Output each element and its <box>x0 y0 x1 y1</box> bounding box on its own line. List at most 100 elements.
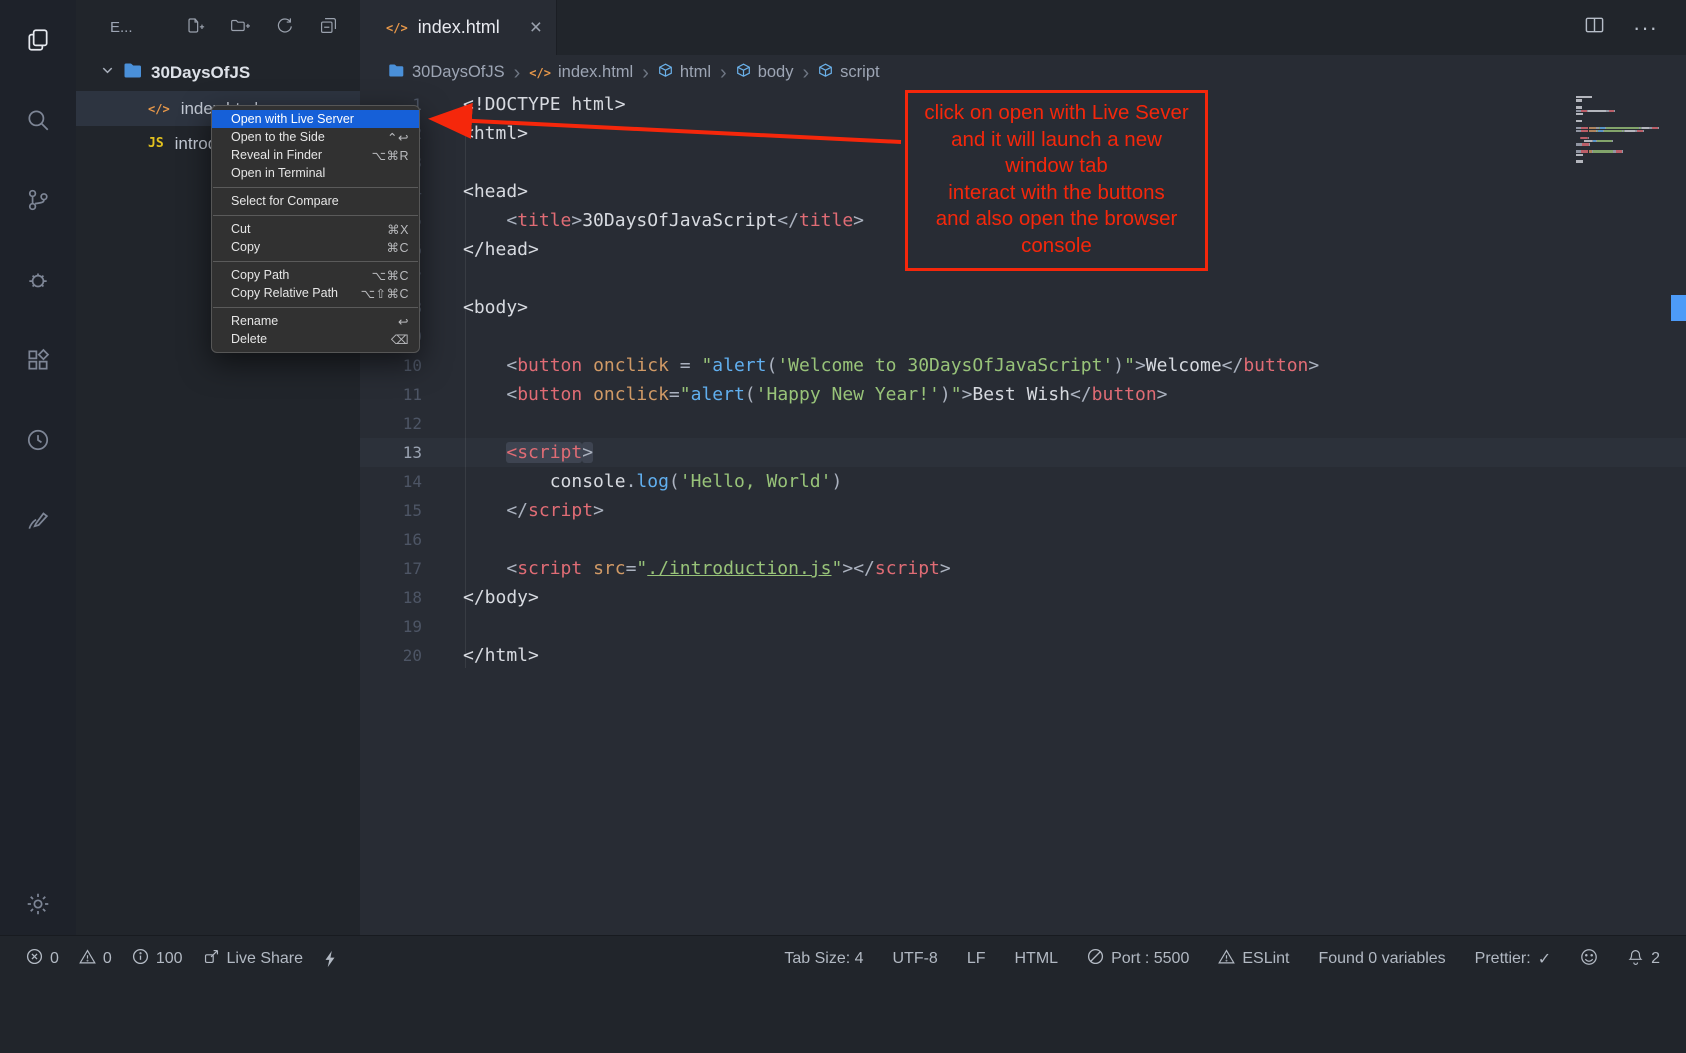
menu-item-open-in-terminal[interactable]: Open in Terminal <box>212 164 419 182</box>
line-number[interactable]: 19 <box>360 612 447 641</box>
line-code: console.log('Hello, World') <box>463 467 842 496</box>
breadcrumb-label: body <box>758 63 794 82</box>
sidebar-header: E... <box>76 0 360 55</box>
live-server-port[interactable]: Port : 5500 <box>1087 948 1189 970</box>
line-code: </body> <box>463 583 539 612</box>
line-number[interactable]: 16 <box>360 525 447 554</box>
menu-item-label: Copy <box>231 240 260 254</box>
menu-item-copy-path[interactable]: Copy Path⌥⌘C <box>212 266 419 284</box>
code-line-10[interactable]: 10 <button onclick = "alert('Welcome to … <box>360 351 1686 380</box>
line-number[interactable]: 17 <box>360 554 447 583</box>
menu-item-copy-relative-path[interactable]: Copy Relative Path⌥⇧⌘C <box>212 284 419 302</box>
line-code: </head> <box>463 235 539 264</box>
menu-separator <box>213 307 418 308</box>
check-icon: ✓ <box>1538 949 1551 969</box>
folder-row-30daysofjs[interactable]: 30DaysOfJS <box>76 55 360 91</box>
menu-item-reveal-in-finder[interactable]: Reveal in Finder⌥⌘R <box>212 146 419 164</box>
menu-item-rename[interactable]: Rename↩ <box>212 312 419 330</box>
code-line-14[interactable]: 14 console.log('Hello, World') <box>360 467 1686 496</box>
code-line-16[interactable]: 16 <box>360 525 1686 554</box>
line-number[interactable]: 18 <box>360 583 447 612</box>
menu-separator <box>213 187 418 188</box>
code-line-18[interactable]: 18 </body> <box>360 583 1686 612</box>
more-actions-icon[interactable]: ··· <box>1633 15 1658 41</box>
line-code: <title>30DaysOfJavaScript</title> <box>463 206 864 235</box>
feedback-icon[interactable] <box>24 506 52 534</box>
encoding-indicator[interactable]: UTF-8 <box>893 950 938 968</box>
search-icon[interactable] <box>24 106 52 134</box>
smiley-icon <box>1580 948 1598 971</box>
eslint-status[interactable]: ESLint <box>1218 948 1289 970</box>
minimap[interactable] <box>1576 96 1668 163</box>
settings-gear-icon[interactable] <box>24 890 52 918</box>
collapse-all-icon[interactable] <box>319 16 338 39</box>
explorer-icon[interactable] <box>24 26 52 54</box>
new-file-icon[interactable] <box>186 16 205 39</box>
debug-icon[interactable] <box>24 266 52 294</box>
extensions-icon[interactable] <box>24 346 52 374</box>
symbol-cube-icon <box>818 63 833 83</box>
scroll-decoration[interactable] <box>1671 295 1686 321</box>
code-line-15[interactable]: 15 </script> <box>360 496 1686 525</box>
code-line-13[interactable]: 13 <script> <box>360 438 1686 467</box>
feedback-smiley[interactable] <box>1580 948 1598 971</box>
breadcrumb-folder[interactable]: 30DaysOfJS <box>388 63 505 83</box>
circle-slash-icon <box>1087 948 1104 970</box>
menu-item-shortcut: ⌥⌘C <box>372 268 409 283</box>
variables-count[interactable]: Found 0 variables <box>1318 950 1445 968</box>
problems-errors[interactable]: 0 <box>26 948 59 970</box>
code-line-20[interactable]: 20</html> <box>360 641 1686 670</box>
menu-item-copy[interactable]: Copy⌘C <box>212 238 419 256</box>
breadcrumb-file[interactable]: </> index.html <box>529 63 633 82</box>
refresh-icon[interactable] <box>275 16 294 39</box>
code-line-17[interactable]: 17 <script src="./introduction.js"></scr… <box>360 554 1686 583</box>
breadcrumb-script[interactable]: script <box>818 63 879 83</box>
breadcrumb: 30DaysOfJS › </> index.html › html › bod… <box>360 55 1686 90</box>
breadcrumb-label: html <box>680 63 711 82</box>
info-count[interactable]: 100 <box>132 948 183 970</box>
html-file-icon: </> <box>529 66 551 80</box>
notifications-bell[interactable]: 2 <box>1627 948 1660 971</box>
menu-item-label: Open to the Side <box>231 130 325 144</box>
code-line-9[interactable]: 9 <box>360 322 1686 351</box>
language-mode[interactable]: HTML <box>1015 950 1059 968</box>
chevron-down-icon <box>100 63 115 83</box>
tab-index-html[interactable]: </> index.html × <box>360 0 557 55</box>
menu-item-shortcut: ⌫ <box>391 332 409 347</box>
line-number[interactable]: 11 <box>360 380 447 409</box>
line-code: <html> <box>463 119 528 148</box>
menu-item-delete[interactable]: Delete⌫ <box>212 330 419 348</box>
code-line-8[interactable]: 8<body> <box>360 293 1686 322</box>
clock-icon[interactable] <box>24 426 52 454</box>
new-folder-icon[interactable] <box>230 16 250 39</box>
menu-item-label: Open in Terminal <box>231 166 325 180</box>
code-line-19[interactable]: 19 <box>360 612 1686 641</box>
breadcrumb-body[interactable]: body <box>736 63 794 83</box>
menu-separator <box>213 215 418 216</box>
menu-item-open-to-the-side[interactable]: Open to the Side⌃↩ <box>212 128 419 146</box>
tab-size-indicator[interactable]: Tab Size: 4 <box>784 950 863 968</box>
live-share-button[interactable]: Live Share <box>203 948 304 970</box>
problems-warnings[interactable]: 0 <box>79 948 112 970</box>
tab-close-icon[interactable]: × <box>530 17 542 38</box>
breadcrumb-html[interactable]: html <box>658 63 711 83</box>
activity-bar <box>0 0 76 935</box>
line-number[interactable]: 13 <box>360 438 447 467</box>
lightning-icon[interactable] <box>323 950 337 968</box>
menu-item-select-for-compare[interactable]: Select for Compare <box>212 192 419 210</box>
prettier-status[interactable]: Prettier: ✓ <box>1475 949 1551 969</box>
code-line-11[interactable]: 11 <button onclick="alert('Happy New Yea… <box>360 380 1686 409</box>
menu-item-open-with-live-server[interactable]: Open with Live Server <box>212 110 419 128</box>
folder-icon <box>123 62 143 84</box>
line-number[interactable]: 12 <box>360 409 447 438</box>
line-number[interactable]: 15 <box>360 496 447 525</box>
menu-item-cut[interactable]: Cut⌘X <box>212 220 419 238</box>
source-control-icon[interactable] <box>24 186 52 214</box>
code-line-12[interactable]: 12 <box>360 409 1686 438</box>
line-number[interactable]: 20 <box>360 641 447 670</box>
eol-indicator[interactable]: LF <box>967 950 986 968</box>
line-number[interactable]: 14 <box>360 467 447 496</box>
line-number[interactable]: 10 <box>360 351 447 380</box>
annotation-line: console <box>912 233 1201 260</box>
split-editor-icon[interactable] <box>1584 15 1605 40</box>
